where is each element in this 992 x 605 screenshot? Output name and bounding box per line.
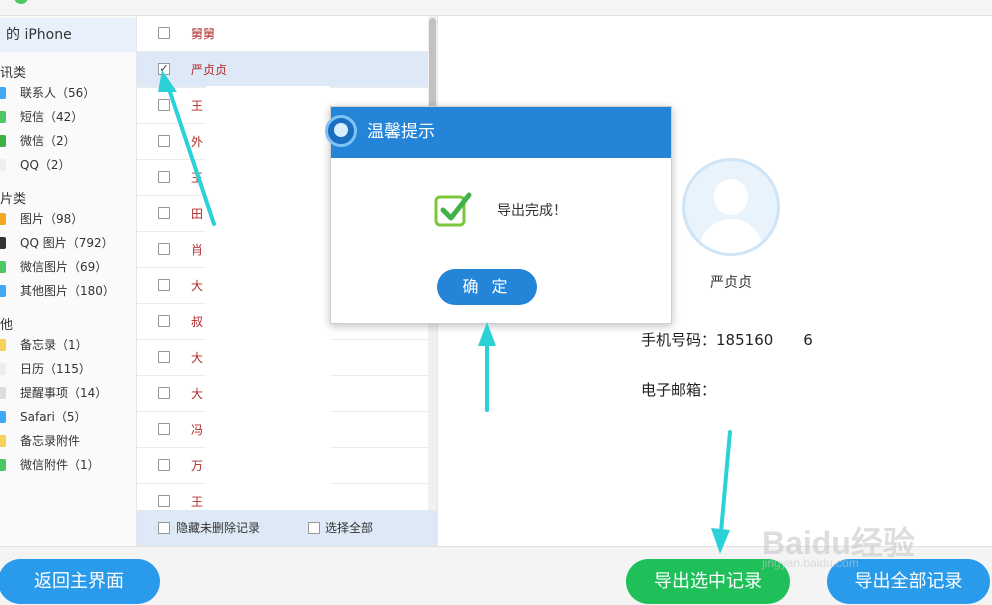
phone-label: 手机号码： [641, 331, 717, 349]
contact-checkbox[interactable] [158, 495, 170, 507]
contact-checkbox[interactable] [158, 315, 170, 327]
sidebar-item-label: 短信（42） [20, 110, 84, 124]
contact-checkbox[interactable] [158, 27, 170, 39]
contact-name: 大 [191, 387, 204, 401]
category-other: 他 [0, 318, 14, 333]
contact-row[interactable]: 舅舅 [137, 16, 429, 52]
back-to-main-button[interactable]: 返回主界面 [0, 559, 160, 604]
success-check-icon [434, 192, 472, 227]
sidebar-item-label: 图片（98） [20, 212, 84, 226]
sidebar-item-contacts[interactable]: 联系人（56） [0, 81, 136, 105]
notes-icon [0, 339, 6, 351]
sidebar-item-note-attachments[interactable]: 备忘录附件 [0, 429, 136, 453]
annotation-arrow-icon [158, 70, 216, 226]
contact-name: 冯 [191, 423, 204, 437]
contact-checkbox[interactable] [158, 423, 170, 435]
contact-checkbox[interactable] [158, 351, 170, 363]
contacts-icon [0, 87, 6, 99]
contact-name: 大 [191, 279, 204, 293]
wechat-photos-icon [0, 261, 6, 273]
contact-name: 叔 [191, 315, 204, 329]
wechat-attachments-icon [0, 459, 6, 471]
contact-checkbox[interactable] [158, 279, 170, 291]
sidebar-item-wechat[interactable]: 微信（2） [0, 129, 136, 153]
app-logo-icon [14, 0, 28, 4]
contact-name: 舅舅 [191, 27, 216, 41]
sms-icon [0, 111, 6, 123]
sidebar-item-qq-photos[interactable]: QQ 图片（792） [0, 231, 136, 255]
category-pictures: 片类 [0, 192, 27, 207]
sidebar-item-safari[interactable]: Safari（5） [0, 405, 136, 429]
device-name[interactable]: 的 iPhone [0, 18, 136, 52]
sidebar-item-label: 其他图片（180） [20, 284, 115, 298]
sidebar-item-notes[interactable]: 备忘录（1） [0, 333, 136, 357]
shield-logo-icon [325, 115, 357, 147]
sidebar-item-wechat-photos[interactable]: 微信图片（69） [0, 255, 136, 279]
contact-name: 万 [191, 459, 204, 473]
sidebar-item-wechat-attachments[interactable]: 微信附件（1） [0, 453, 136, 477]
sidebar-item-label: Safari（5） [20, 410, 87, 424]
reminders-icon [0, 387, 6, 399]
other-photos-icon [0, 285, 6, 297]
qq-icon [0, 159, 6, 171]
sidebar-item-label: 备忘录附件 [20, 434, 81, 448]
dialog-header: 温馨提示 [325, 107, 671, 158]
contact-checkbox[interactable] [158, 459, 170, 471]
sidebar-item-calendar[interactable]: 日历（115） [0, 357, 136, 381]
sidebar-item-qq[interactable]: QQ（2） [0, 153, 136, 177]
sidebar-item-reminders[interactable]: 提醒事项（14） [0, 381, 136, 405]
sidebar-item-sms[interactable]: 短信（42） [0, 105, 136, 129]
contact-checkbox[interactable] [158, 387, 170, 399]
export-complete-dialog: 温馨提示 导出完成！ 确 定 [325, 106, 672, 324]
sidebar-item-label: 提醒事项（14） [20, 386, 108, 400]
note-attachments-icon [0, 435, 6, 447]
qq-photos-icon [0, 237, 6, 249]
baidu-watermark: Baidu经验 jingyan.baidu.com [762, 500, 992, 570]
sidebar-item-label: QQ（2） [20, 158, 71, 172]
avatar-body-icon [699, 219, 763, 253]
detail-contact-name: 严贞贞 [710, 275, 752, 291]
wechat-icon [0, 135, 6, 147]
category-communication: 讯类 [0, 66, 27, 81]
sidebar-item-label: 微信图片（69） [20, 260, 108, 274]
window-top-bar [0, 0, 992, 16]
select-all-checkbox[interactable] [308, 522, 320, 534]
annotation-arrow-icon [478, 322, 496, 412]
sidebar-item-photos[interactable]: 图片（98） [0, 207, 136, 231]
safari-icon [0, 411, 6, 423]
email-label: 电子邮箱： [641, 381, 717, 399]
sidebar-item-label: 备忘录（1） [20, 338, 88, 352]
sidebar-item-label: 微信（2） [20, 134, 76, 148]
calendar-icon [0, 363, 6, 375]
annotation-arrow-icon [711, 430, 732, 554]
phone-value: 185160 [716, 331, 774, 349]
dialog-title: 温馨提示 [367, 122, 435, 142]
watermark-sub: jingyan.baidu.com [762, 556, 859, 570]
hide-deleted-label: 隐藏未删除记录 [176, 521, 261, 535]
avatar-head-icon [714, 179, 748, 215]
sidebar-item-label: 联系人（56） [20, 86, 96, 100]
photos-icon [0, 213, 6, 225]
sidebar-item-label: 日历（115） [20, 362, 91, 376]
contact-name: 大 [191, 351, 204, 365]
contact-avatar [682, 158, 780, 256]
email-field: 电子邮箱： [641, 379, 716, 400]
phone-tail: 6 [803, 331, 813, 349]
select-all-label: 选择全部 [325, 521, 374, 535]
dialog-message: 导出完成！ [497, 203, 567, 219]
sidebar-item-label: QQ 图片（792） [20, 236, 114, 250]
contact-checkbox[interactable] [158, 243, 170, 255]
dialog-ok-button[interactable]: 确 定 [437, 269, 537, 305]
phone-field: 手机号码：185160 6 [641, 329, 813, 350]
sidebar: 的 iPhone 讯类 联系人（56） 短信（42） 微信（2） QQ（2） 片… [0, 16, 137, 546]
sidebar-item-label: 微信附件（1） [20, 458, 100, 472]
hide-deleted-checkbox[interactable] [158, 522, 170, 534]
sidebar-item-other-photos[interactable]: 其他图片（180） [0, 279, 136, 303]
contact-list-footer: 隐藏未删除记录 选择全部 [137, 510, 437, 546]
